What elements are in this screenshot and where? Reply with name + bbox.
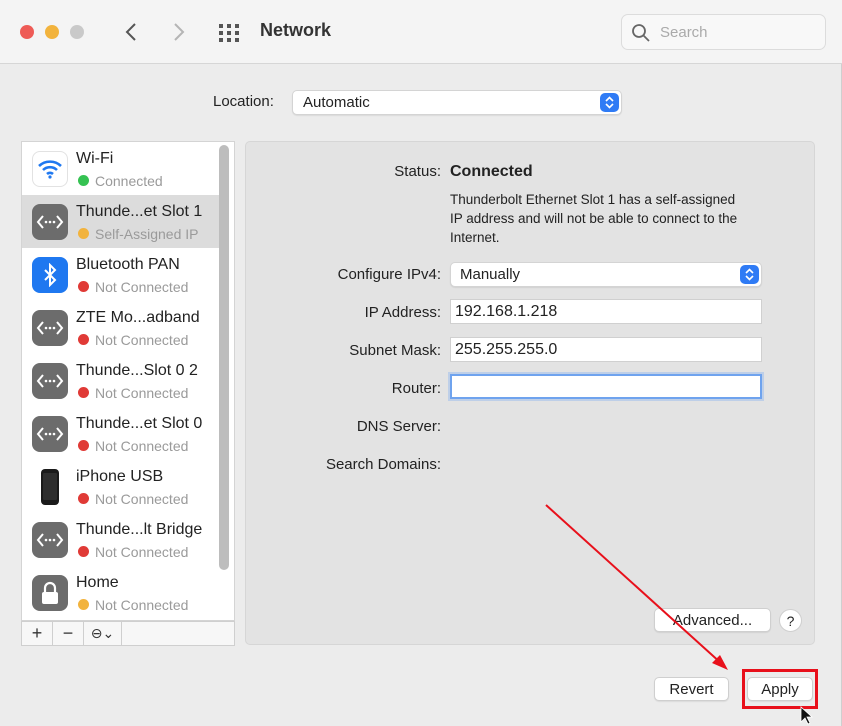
ip-address-value: 192.168.1.218 <box>455 303 558 320</box>
status-dot <box>78 334 89 345</box>
ethernet-icon <box>32 416 68 452</box>
service-list-toolbar: + − ⊖⌄ <box>21 621 235 646</box>
close-window-button[interactable] <box>20 25 34 39</box>
service-item-thunderbolt-slot-0-2[interactable]: Thunde...Slot 0 2 Not Connected <box>22 354 220 407</box>
service-list: Wi-Fi Connected Thunde...et Slot 1 Self-… <box>21 141 235 621</box>
status-dot <box>78 387 89 398</box>
dns-server-label: DNS Server: <box>356 418 441 435</box>
lock-icon <box>32 575 68 611</box>
ethernet-icon <box>32 522 68 558</box>
subnet-mask-field[interactable]: 255.255.255.0 <box>450 337 762 362</box>
popup-stepper-icon <box>600 93 619 112</box>
search-placeholder: Search <box>660 24 708 41</box>
service-item-home[interactable]: Home Not Connected <box>22 566 220 619</box>
ethernet-icon <box>32 204 68 240</box>
service-status: Not Connected <box>95 544 189 560</box>
service-status: Not Connected <box>95 279 189 295</box>
help-button[interactable]: ? <box>779 609 802 632</box>
advanced-button[interactable]: Advanced... <box>654 608 771 632</box>
apply-highlight-box <box>742 669 818 709</box>
back-button[interactable] <box>118 18 144 46</box>
search-field[interactable]: Search <box>621 14 826 50</box>
status-dot <box>78 175 89 186</box>
revert-button[interactable]: Revert <box>654 677 729 701</box>
location-value: Automatic <box>303 94 370 111</box>
service-item-thunderbolt-slot-1[interactable]: Thunde...et Slot 1 Self-Assigned IP <box>22 195 220 248</box>
search-icon <box>632 24 650 42</box>
forward-button[interactable] <box>166 18 192 46</box>
service-status: Not Connected <box>95 332 189 348</box>
service-name: Bluetooth PAN <box>76 256 180 273</box>
ip-address-label: IP Address: <box>364 304 441 321</box>
ip-address-field[interactable]: 192.168.1.218 <box>450 299 762 324</box>
service-status: Connected <box>95 173 163 189</box>
status-dot <box>78 440 89 451</box>
service-status: Not Connected <box>95 597 189 613</box>
status-label: Status: <box>394 163 441 180</box>
service-item-thunderbolt-slot-0[interactable]: Thunde...et Slot 0 Not Connected <box>22 407 220 460</box>
service-item-zte-modem[interactable]: ZTE Mo...adband Not Connected <box>22 301 220 354</box>
service-status: Self-Assigned IP <box>95 226 199 242</box>
show-all-grid-icon[interactable] <box>218 22 240 44</box>
mouse-cursor-icon <box>800 706 814 725</box>
service-name: Wi-Fi <box>76 150 114 167</box>
service-name: Thunde...et Slot 0 <box>76 415 203 432</box>
chevron-right-icon <box>174 23 185 41</box>
configure-ipv4-popup[interactable]: Manually <box>450 262 762 287</box>
action-menu-button[interactable]: ⊖⌄ <box>84 622 122 645</box>
service-name: ZTE Mo...adband <box>76 309 200 326</box>
status-value: Connected <box>450 163 533 180</box>
service-item-bluetooth-pan[interactable]: Bluetooth PAN Not Connected <box>22 248 220 301</box>
service-item-wifi[interactable]: Wi-Fi Connected <box>22 142 220 195</box>
status-dot <box>78 281 89 292</box>
status-dot <box>78 599 89 610</box>
service-name: Thunde...Slot 0 2 <box>76 362 198 379</box>
iphone-icon <box>32 469 68 505</box>
window-title: Network <box>260 20 332 40</box>
minimize-window-button[interactable] <box>45 25 59 39</box>
service-status: Not Connected <box>95 438 189 454</box>
router-field[interactable] <box>450 374 762 399</box>
subnet-mask-label: Subnet Mask: <box>349 342 441 359</box>
status-dot <box>78 493 89 504</box>
location-label: Location: <box>213 93 274 110</box>
bluetooth-icon <box>32 257 68 293</box>
popup-stepper-icon <box>740 265 759 284</box>
service-item-thunderbolt-bridge[interactable]: Thunde...lt Bridge Not Connected <box>22 513 220 566</box>
status-description: Thunderbolt Ethernet Slot 1 has a self-a… <box>450 192 738 245</box>
service-name: Thunde...lt Bridge <box>76 521 203 538</box>
status-dot <box>78 546 89 557</box>
service-status: Not Connected <box>95 491 189 507</box>
service-list-scrollbar[interactable] <box>219 145 229 570</box>
ethernet-icon <box>32 310 68 346</box>
location-popup[interactable]: Automatic <box>292 90 622 115</box>
service-name: Thunde...et Slot 1 <box>76 203 203 220</box>
title-bar: Network Search <box>0 0 842 64</box>
chevron-left-icon <box>125 23 136 41</box>
ethernet-icon <box>32 363 68 399</box>
wifi-icon <box>32 151 68 187</box>
configure-ipv4-value: Manually <box>460 266 521 283</box>
zoom-window-button[interactable] <box>70 25 84 39</box>
add-service-button[interactable]: + <box>22 622 53 645</box>
service-item-iphone-usb[interactable]: iPhone USB Not Connected <box>22 460 220 513</box>
subnet-mask-value: 255.255.255.0 <box>455 341 558 358</box>
router-label: Router: <box>391 380 441 397</box>
network-preferences-window: Network Search Location: Automatic Wi-Fi… <box>0 0 842 726</box>
status-dot <box>78 228 89 239</box>
service-name: iPhone USB <box>76 468 164 485</box>
remove-service-button[interactable]: − <box>53 622 84 645</box>
configure-ipv4-label: Configure IPv4: <box>337 266 441 283</box>
search-domains-label: Search Domains: <box>325 456 441 473</box>
service-name: Home <box>76 574 119 591</box>
service-status: Not Connected <box>95 385 189 401</box>
